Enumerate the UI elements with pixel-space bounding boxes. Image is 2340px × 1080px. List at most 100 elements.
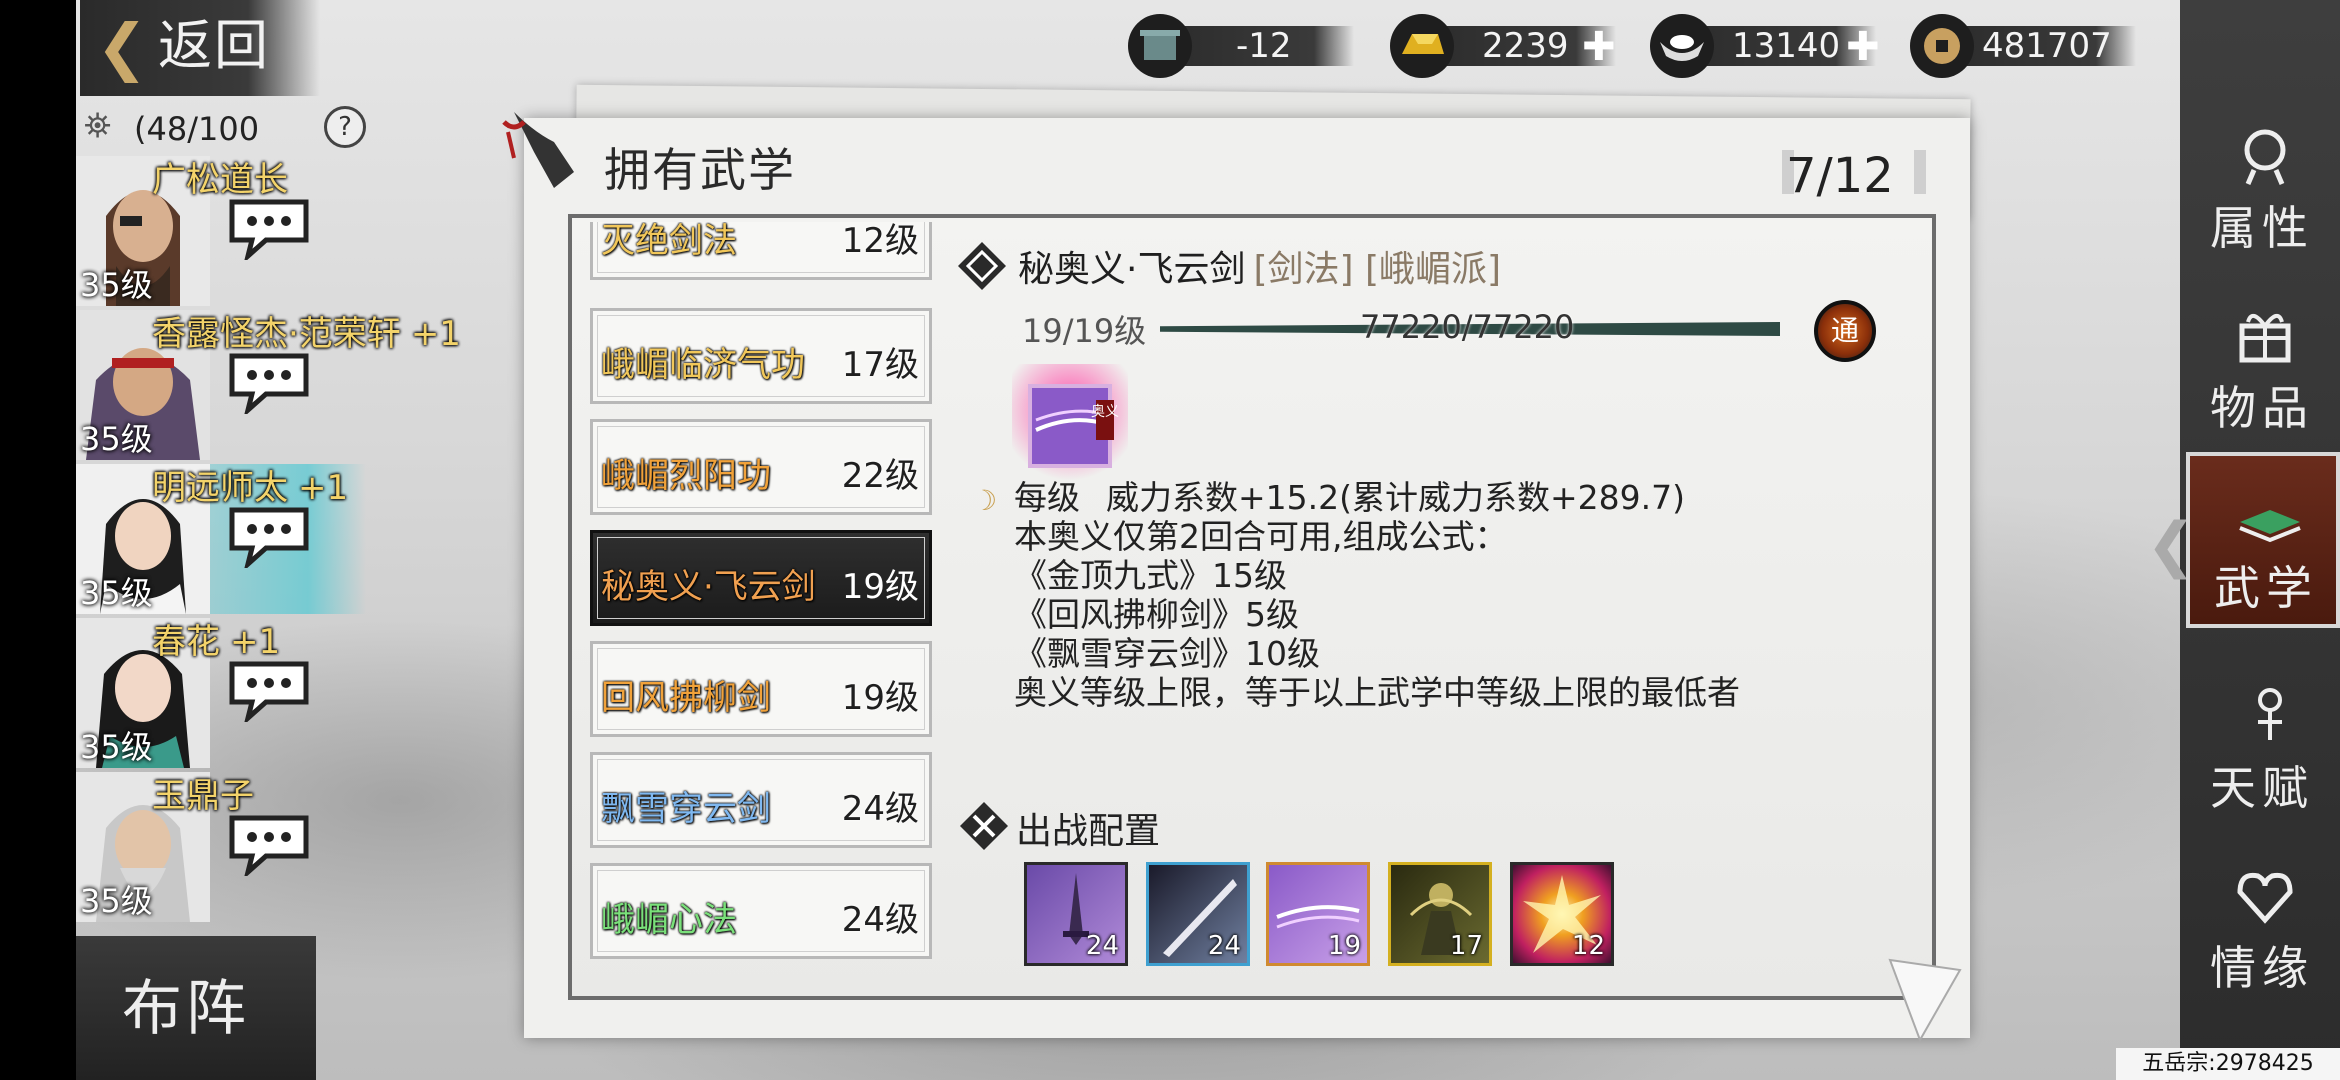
- slot-level: 24: [1085, 931, 1119, 961]
- chat-bubble-icon[interactable]: [226, 812, 312, 876]
- skill-list[interactable]: 灭绝剑法 12级 峨嵋临济气功 17级 峨嵋烈阳功 22级 秘奥义·飞云剑 19…: [584, 222, 940, 974]
- description-line: 本奥义仅第2回合可用,组成公式：: [1014, 517, 1508, 556]
- gold-bar-icon: [1390, 14, 1454, 78]
- currency-copper: 481707: [1910, 14, 2150, 78]
- heart-knot-icon: [2237, 872, 2293, 924]
- character-level: 35级: [80, 728, 153, 766]
- nav-label: 天赋: [2210, 761, 2314, 815]
- coin-icon: [1910, 14, 1974, 78]
- formation-button[interactable]: 布阵: [76, 936, 316, 1080]
- back-label: 返回: [158, 14, 270, 77]
- team-count: ⛯ (48/100 ?: [78, 104, 366, 148]
- battle-slot-2[interactable]: 24: [1146, 862, 1250, 966]
- character-name: 玉鼎子: [152, 776, 254, 816]
- skill-detail-name: 秘奥义·飞云剑: [1018, 249, 1246, 290]
- skill-level: 12级: [841, 222, 919, 261]
- character-level: 35级: [80, 574, 153, 612]
- description-line: 《飘雪穿云剑》10级: [1014, 634, 1320, 673]
- nav-attributes[interactable]: 属性: [2186, 100, 2340, 270]
- character-name: 广松道长: [152, 160, 288, 200]
- currency-value: 481707: [1982, 26, 2112, 66]
- left-black-bar: [0, 0, 76, 1080]
- list-item[interactable]: 峨嵋临济气功 17级: [590, 308, 932, 404]
- nav-label: 物品: [2210, 381, 2314, 435]
- character-card-4[interactable]: 35级 春花 +1: [76, 618, 366, 768]
- character-name: 春花 +1: [152, 622, 281, 662]
- character-name: 明远师太 +1: [152, 468, 349, 508]
- skill-count: 7/12: [1786, 148, 1894, 204]
- battle-config-title: 出战配置: [1016, 811, 1161, 852]
- character-level: 35级: [80, 266, 153, 304]
- chat-bubble-icon[interactable]: [226, 658, 312, 722]
- character-card-2[interactable]: 35级 香露怪杰·范荣轩 +1: [76, 310, 461, 460]
- skill-name: 灭绝剑法: [601, 222, 737, 261]
- skill-detail-tags: [剑法] [峨嵋派]: [1253, 249, 1502, 290]
- add-silver-button[interactable]: ✚: [1846, 27, 1880, 67]
- description-line: 《回风拂柳剑》5级: [1014, 595, 1299, 634]
- character-card-5[interactable]: 35级 玉鼎子: [76, 772, 366, 922]
- skill-detail-title: 秘奥义·飞云剑 [剑法] [峨嵋派]: [1018, 240, 1501, 292]
- character-level: 35级: [80, 882, 153, 920]
- pot-icon: [1128, 14, 1192, 78]
- nav-items[interactable]: 物品: [2186, 280, 2340, 450]
- slot-level: 24: [1207, 931, 1241, 961]
- nav-talent[interactable]: 天赋: [2186, 660, 2340, 830]
- mastery-badge[interactable]: 通: [1814, 300, 1876, 362]
- sect-id-footer: 五岳宗:2978425: [2116, 1048, 2340, 1080]
- help-icon[interactable]: ?: [324, 106, 366, 148]
- skill-name: 飘雪穿云剑: [601, 789, 771, 829]
- exp-text: 77220/77220: [1360, 308, 1575, 346]
- character-card-1[interactable]: 35级 广松道长: [76, 156, 366, 306]
- skill-name: 峨嵋临济气功: [601, 345, 805, 385]
- panel-title: 拥有武学: [604, 143, 796, 197]
- count-bracket-right: [1914, 150, 1926, 194]
- list-item[interactable]: 飘雪穿云剑 24级: [590, 752, 932, 848]
- currency-silver: 13140 ✚: [1650, 14, 1900, 78]
- character-level: 35级: [80, 420, 153, 458]
- per-level-label: 每级: [1014, 478, 1080, 517]
- team-count-text: (48/100: [134, 110, 260, 148]
- crossed-diamond-icon: [960, 802, 1008, 850]
- skill-level: 22级: [841, 456, 919, 496]
- currency-value: 13140: [1732, 26, 1841, 66]
- nav-affinity[interactable]: 情缘: [2186, 840, 2340, 1010]
- attribute-icon: [2244, 129, 2286, 185]
- battle-slot-1[interactable]: 24: [1024, 862, 1128, 966]
- chat-bubble-icon[interactable]: [226, 350, 312, 414]
- list-item[interactable]: 峨嵋心法 24级: [590, 863, 932, 959]
- description-line: 奥义等级上限，等于以上武学中等级上限的最低者: [1014, 673, 1740, 712]
- formation-label: 布阵: [122, 974, 250, 1044]
- character-card-3[interactable]: 35级 明远师太 +1: [76, 464, 366, 614]
- chevron-left-icon: ❮: [96, 10, 148, 83]
- skill-level: 19级: [841, 567, 919, 607]
- battle-slot-3[interactable]: 19: [1266, 862, 1370, 966]
- battle-slot-5[interactable]: 12: [1510, 862, 1614, 966]
- list-item-selected[interactable]: 秘奥义·飞云剑 19级: [590, 530, 932, 626]
- brush-emblem-icon: [502, 112, 574, 188]
- skill-level: 24级: [841, 900, 919, 940]
- list-item[interactable]: 峨嵋烈阳功 22级: [590, 419, 932, 515]
- list-item[interactable]: 回风拂柳剑 19级: [590, 641, 932, 737]
- silver-ingot-icon: [1650, 14, 1714, 78]
- chat-bubble-icon[interactable]: [226, 196, 312, 260]
- battle-slot-4[interactable]: 17: [1388, 862, 1492, 966]
- character-name: 香露怪杰·范荣轩 +1: [152, 314, 461, 354]
- skill-name: 回风拂柳剑: [601, 678, 771, 718]
- diamond-emblem-icon: [958, 242, 1006, 290]
- skill-level: 24级: [841, 789, 919, 829]
- nav-martial-arts[interactable]: 武学: [2186, 452, 2340, 628]
- chat-bubble-icon[interactable]: [226, 504, 312, 568]
- nav-label: 武学: [2214, 561, 2318, 615]
- skill-description: 每级 威力系数+15.2(累计威力系数+289.7) 本奥义仅第2回合可用,组成公…: [1014, 478, 1740, 712]
- currency-gold: 2239 ✚: [1390, 14, 1640, 78]
- add-gold-button[interactable]: ✚: [1582, 27, 1616, 67]
- flying-cloud-sword-icon: 奥义: [1012, 364, 1128, 480]
- slot-level: 12: [1571, 931, 1605, 961]
- list-item[interactable]: 灭绝剑法 12级: [590, 222, 932, 280]
- back-button[interactable]: ❮ 返回: [80, 0, 320, 96]
- skill-name: 峨嵋烈阳功: [601, 456, 771, 496]
- skill-name: 峨嵋心法: [601, 900, 737, 940]
- slot-level: 19: [1327, 931, 1361, 961]
- nav-label: 属性: [2210, 201, 2314, 255]
- gift-box-icon: [2239, 314, 2291, 363]
